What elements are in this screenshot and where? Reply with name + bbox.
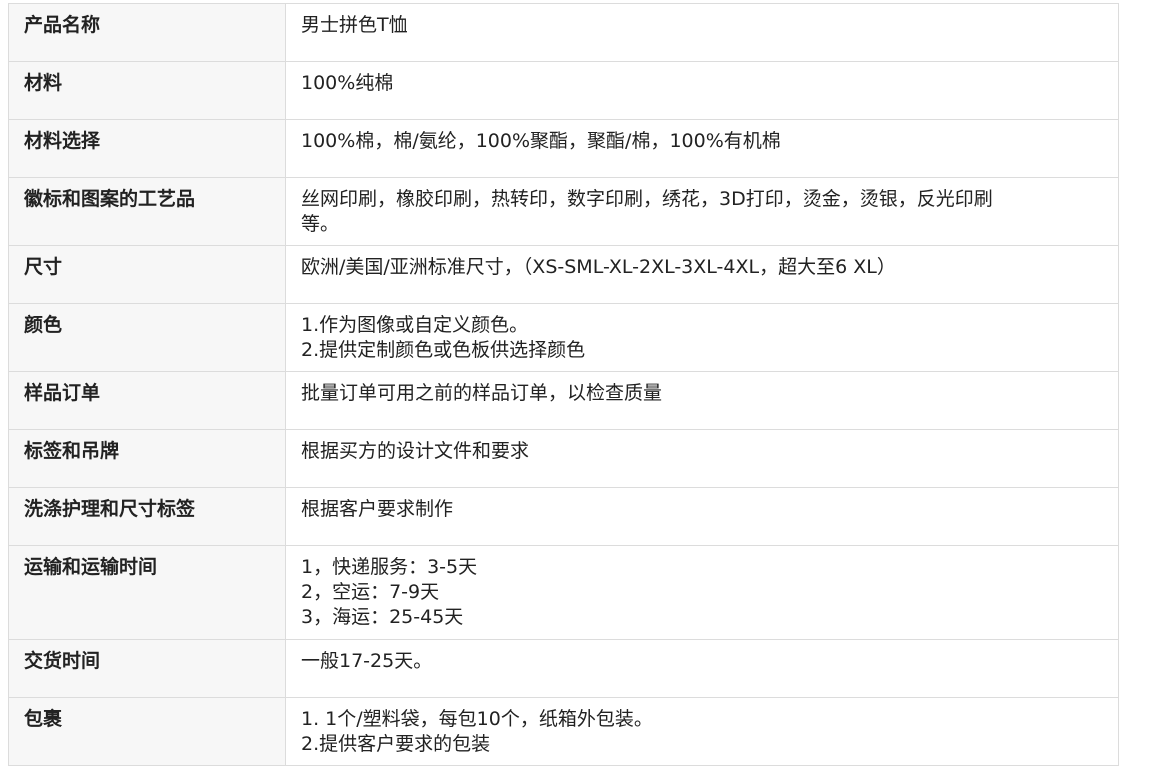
row-value: 100%纯棉 <box>285 61 1119 120</box>
value-line: 2，空运：7-9天 <box>301 581 440 603</box>
row-label: 颜色 <box>8 303 286 372</box>
row-label: 材料 <box>8 61 286 120</box>
row-label: 徽标和图案的工艺品 <box>8 177 286 246</box>
row-value: 一般17-25天。 <box>285 639 1119 698</box>
row-label: 洗涤护理和尺寸标签 <box>8 487 286 546</box>
value-line: 批量订单可用之前的样品订单，以检查质量 <box>301 382 663 404</box>
row-value: 100%棉，棉/氨纶，100%聚酯，聚酯/棉，100%有机棉 <box>285 119 1119 178</box>
table-row: 材料 100%纯棉 <box>8 61 1119 120</box>
row-label: 包裹 <box>8 697 286 766</box>
table-row: 产品名称 男士拼色T恤 <box>8 3 1119 62</box>
table-row: 洗涤护理和尺寸标签 根据客户要求制作 <box>8 487 1119 546</box>
row-label: 运输和运输时间 <box>8 545 286 640</box>
value-line: 丝网印刷，橡胶印刷，热转印，数字印刷，绣花，3D打印，烫金，烫银，反光印刷 <box>301 188 993 210</box>
table-row: 尺寸 欧洲/美国/亚洲标准尺寸，（XS-SML-XL-2XL-3XL-4XL，超… <box>8 245 1119 304</box>
table-row: 运输和运输时间 1，快递服务：3-5天 2，空运：7-9天 3，海运：25-45… <box>8 545 1119 640</box>
row-value: 男士拼色T恤 <box>285 3 1119 62</box>
row-value: 根据买方的设计文件和要求 <box>285 429 1119 488</box>
value-line: 100%棉，棉/氨纶，100%聚酯，聚酯/棉，100%有机棉 <box>301 130 781 152</box>
row-label: 材料选择 <box>8 119 286 178</box>
value-line: 男士拼色T恤 <box>301 14 408 36</box>
value-line: 一般17-25天。 <box>301 650 433 672</box>
value-line: 3，海运：25-45天 <box>301 606 464 628</box>
table-row: 交货时间 一般17-25天。 <box>8 639 1119 698</box>
row-value: 1，快递服务：3-5天 2，空运：7-9天 3，海运：25-45天 <box>285 545 1119 640</box>
value-line: 根据客户要求制作 <box>301 498 454 520</box>
table-row: 颜色 1.作为图像或自定义颜色。 2.提供定制颜色或色板供选择颜色 <box>8 303 1119 372</box>
product-spec-table: 产品名称 男士拼色T恤 材料 100%纯棉 材料选择 100%棉，棉/氨纶，10… <box>8 3 1119 766</box>
value-line: 欧洲/美国/亚洲标准尺寸，（XS-SML-XL-2XL-3XL-4XL，超大至6… <box>301 256 896 278</box>
row-value: 欧洲/美国/亚洲标准尺寸，（XS-SML-XL-2XL-3XL-4XL，超大至6… <box>285 245 1119 304</box>
row-label: 交货时间 <box>8 639 286 698</box>
value-line: 1.作为图像或自定义颜色。 <box>301 314 529 336</box>
value-line: 等。 <box>301 213 340 235</box>
table-row: 徽标和图案的工艺品 丝网印刷，橡胶印刷，热转印，数字印刷，绣花，3D打印，烫金，… <box>8 177 1119 246</box>
table-row: 样品订单 批量订单可用之前的样品订单，以检查质量 <box>8 371 1119 430</box>
row-value: 批量订单可用之前的样品订单，以检查质量 <box>285 371 1119 430</box>
value-line: 2.提供定制颜色或色板供选择颜色 <box>301 339 586 361</box>
value-line: 1，快递服务：3-5天 <box>301 556 478 578</box>
row-label: 样品订单 <box>8 371 286 430</box>
value-line: 2.提供客户要求的包装 <box>301 733 491 755</box>
value-line: 根据买方的设计文件和要求 <box>301 440 530 462</box>
table-row: 材料选择 100%棉，棉/氨纶，100%聚酯，聚酯/棉，100%有机棉 <box>8 119 1119 178</box>
row-label: 标签和吊牌 <box>8 429 286 488</box>
value-line: 100%纯棉 <box>301 72 394 94</box>
row-value: 根据客户要求制作 <box>285 487 1119 546</box>
table-row: 标签和吊牌 根据买方的设计文件和要求 <box>8 429 1119 488</box>
row-value: 丝网印刷，橡胶印刷，热转印，数字印刷，绣花，3D打印，烫金，烫银，反光印刷 等。 <box>285 177 1119 246</box>
row-label: 尺寸 <box>8 245 286 304</box>
row-value: 1.作为图像或自定义颜色。 2.提供定制颜色或色板供选择颜色 <box>285 303 1119 372</box>
table-row: 包裹 1. 1个/塑料袋，每包10个，纸箱外包装。 2.提供客户要求的包装 <box>8 697 1119 766</box>
row-value: 1. 1个/塑料袋，每包10个，纸箱外包装。 2.提供客户要求的包装 <box>285 697 1119 766</box>
row-label: 产品名称 <box>8 3 286 62</box>
value-line: 1. 1个/塑料袋，每包10个，纸箱外包装。 <box>301 708 653 730</box>
